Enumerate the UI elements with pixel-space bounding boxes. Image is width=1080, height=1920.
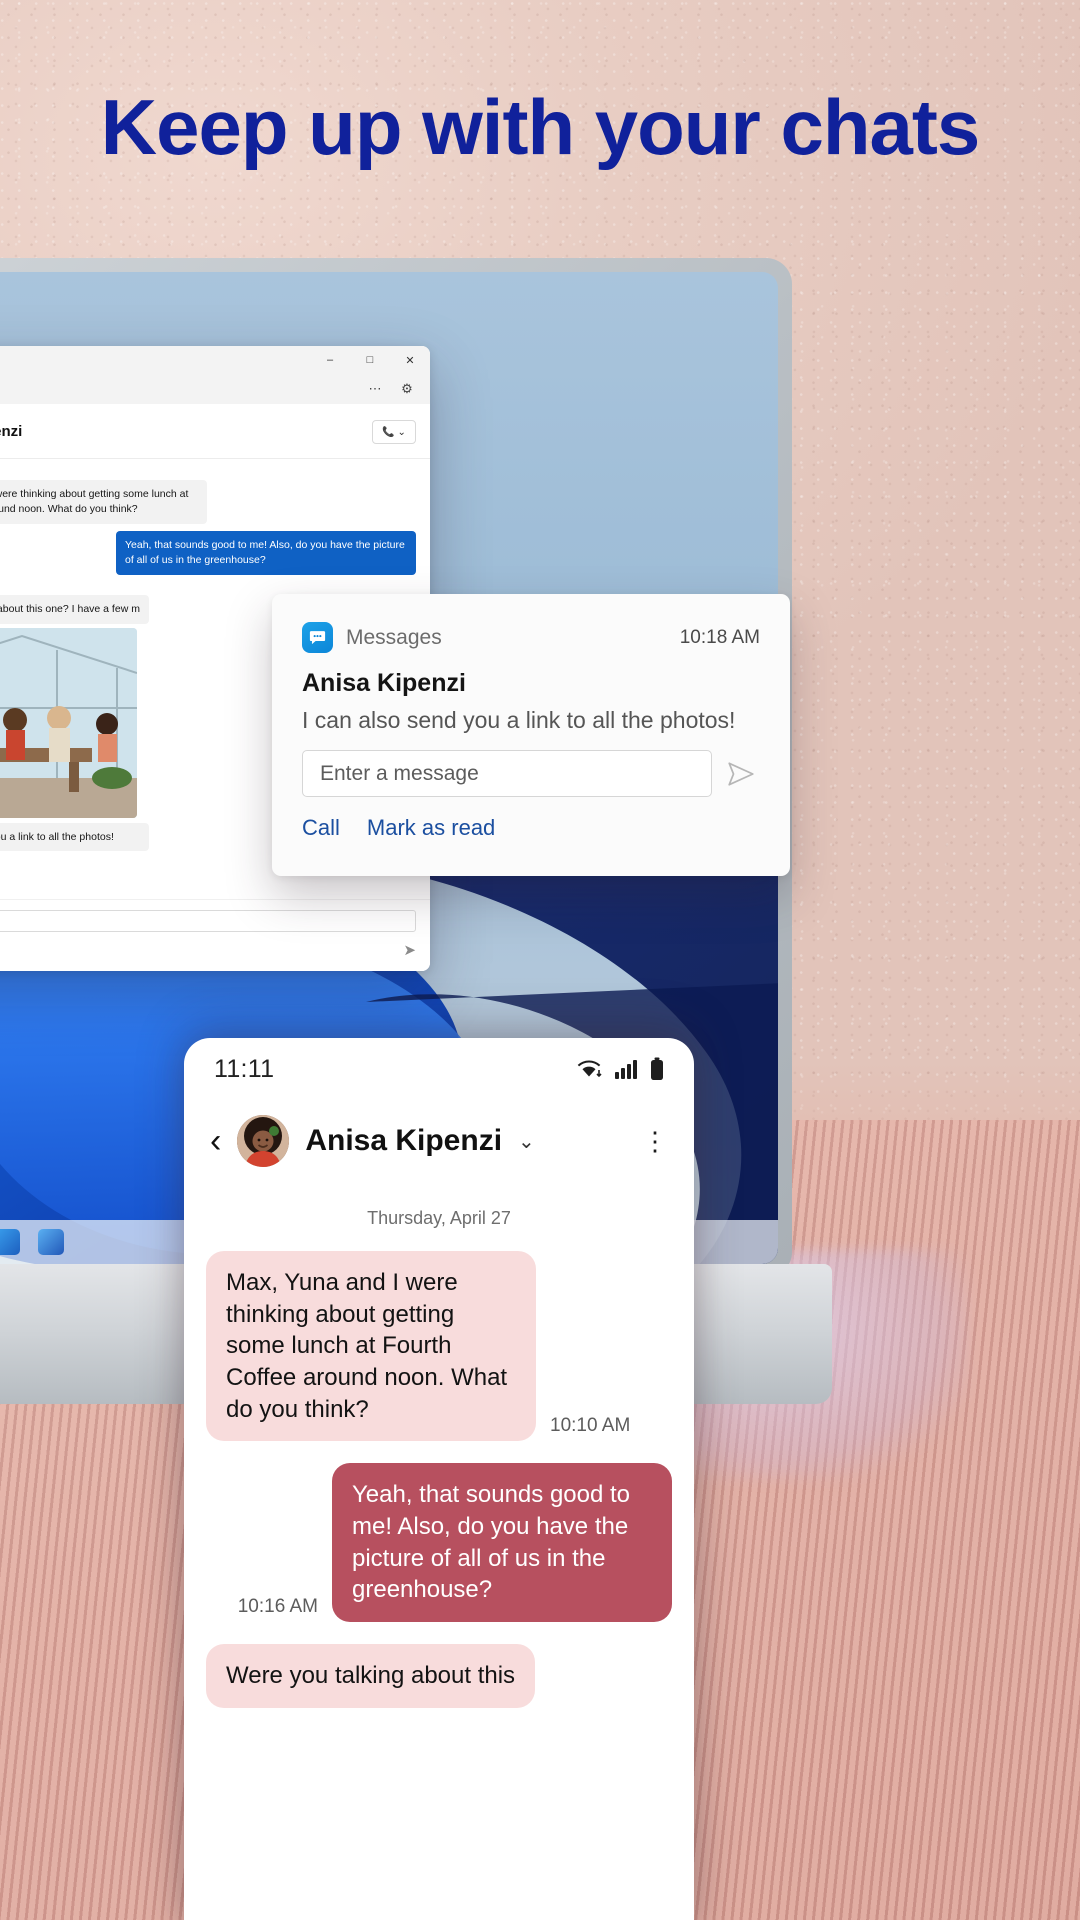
toast-actions[interactable]: Call Mark as read	[302, 815, 760, 841]
composer-toolbar: ☺ GIF ❑ ➤	[0, 941, 416, 959]
phone-chat-header[interactable]: ‹ Anisa Kipenzi ⌄ ⋮	[184, 1100, 694, 1182]
toast-app-name: Messages	[346, 625, 442, 649]
more-options-icon[interactable]: ⋯	[362, 377, 388, 401]
close-button[interactable]: ✕	[390, 346, 430, 374]
status-bar-icons	[576, 1057, 664, 1081]
phone-message-thread[interactable]: Thursday, April 27 Max, Yuna and I were …	[184, 1182, 694, 1708]
message-row: Yeah, that sounds good to me! Also, do y…	[0, 530, 416, 575]
chevron-down-icon[interactable]: ⌄	[518, 1129, 535, 1154]
page-title: Keep up with your chats	[100, 83, 980, 171]
date-divider: Thursday, April 27	[367, 1208, 511, 1228]
message-timestamp: 10:10 AM	[550, 1415, 631, 1437]
send-icon[interactable]	[726, 759, 760, 789]
message-sender: Anisa Kipenzi	[0, 467, 207, 477]
message-row: 10:16 AM Yeah, that sounds good to me! A…	[206, 1463, 672, 1623]
message-row: Were you talking about this	[206, 1644, 672, 1708]
message-timestamp: 10:16 AM	[237, 1596, 318, 1618]
message-bubble-outgoing: Yeah, that sounds good to me! Also, do y…	[116, 530, 416, 575]
message-row: Anisa Kipenzi Max, Yuna and I were think…	[0, 467, 416, 524]
minimize-button[interactable]: –	[310, 346, 350, 374]
toast-message-input[interactable]: Enter a message	[302, 750, 712, 797]
toast-header: Messages 10:18 AM	[302, 622, 760, 653]
phone-contact-name: Anisa Kipenzi	[305, 1124, 503, 1157]
contact-name: Anisa Kipenzi	[0, 423, 23, 441]
phone-status-bar: 11:11	[184, 1038, 694, 1100]
toast-sender-name: Anisa Kipenzi	[302, 669, 466, 697]
status-bar-time: 11:11	[214, 1054, 275, 1083]
toast-call-button[interactable]: Call	[302, 815, 340, 841]
battery-icon	[650, 1057, 664, 1081]
toast-reply-row[interactable]: Enter a message	[302, 750, 760, 797]
poster-stage: Keep up with your chats – □ ✕ ⋯ ⚙ nzi 📞 …	[0, 0, 1080, 1920]
window-titlebar: – □ ✕	[0, 346, 430, 374]
message-bubble-incoming: Max, Yuna and I were thinking about gett…	[206, 1251, 536, 1442]
cellular-signal-icon	[615, 1059, 637, 1079]
desktop-composer[interactable]: Send a message ☺ GIF ❑ ➤	[0, 899, 430, 971]
toast-message-body: I can also send you a link to all the ph…	[302, 707, 736, 733]
message-bubble-incoming: I can also send you a link to all the ph…	[0, 822, 149, 852]
desktop-chat-header: Anisa Kipenzi (415) 555-0176 📞 ⌄	[0, 404, 430, 459]
message-sender: Anisa Kipenzi	[0, 582, 149, 592]
gear-icon[interactable]: ⚙	[394, 377, 420, 401]
avatar[interactable]	[237, 1115, 290, 1167]
send-message-input[interactable]: Send a message	[0, 910, 416, 932]
toast-timestamp: 10:18 AM	[679, 626, 760, 648]
store-icon[interactable]	[0, 1229, 20, 1255]
message-bubble-outgoing: Yeah, that sounds good to me! Also, do y…	[332, 1463, 672, 1623]
phone-device[interactable]: 11:11 ‹ Anisa Kipenzi ⌄ ⋮ Thursday, Apri…	[184, 1038, 694, 1920]
maximize-button[interactable]: □	[350, 346, 390, 374]
wifi-icon	[576, 1058, 602, 1080]
greenhouse-photo-attachment[interactable]	[0, 627, 137, 818]
call-button[interactable]: 📞 ⌄	[372, 420, 416, 444]
phonelink-icon[interactable]	[38, 1229, 64, 1255]
overflow-menu-icon[interactable]: ⋮	[642, 1126, 668, 1157]
window-subbar: ⋯ ⚙	[0, 374, 430, 404]
message-bubble-incoming: Were you talking about this one? I have …	[0, 594, 149, 624]
phone-icon: 📞	[382, 426, 395, 438]
message-bubble-incoming: Were you talking about this	[206, 1644, 536, 1708]
notification-toast[interactable]: Messages 10:18 AM Anisa Kipenzi I can al…	[272, 594, 790, 876]
send-icon[interactable]: ➤	[403, 941, 416, 959]
chevron-down-icon: ⌄	[397, 426, 406, 438]
toast-mark-as-read-button[interactable]: Mark as read	[367, 815, 495, 841]
message-row: Max, Yuna and I were thinking about gett…	[206, 1251, 672, 1442]
message-bubble-incoming: Max, Yuna and I were thinking about gett…	[0, 480, 207, 524]
messages-app-icon	[302, 622, 333, 653]
back-icon[interactable]: ‹	[210, 1124, 221, 1158]
